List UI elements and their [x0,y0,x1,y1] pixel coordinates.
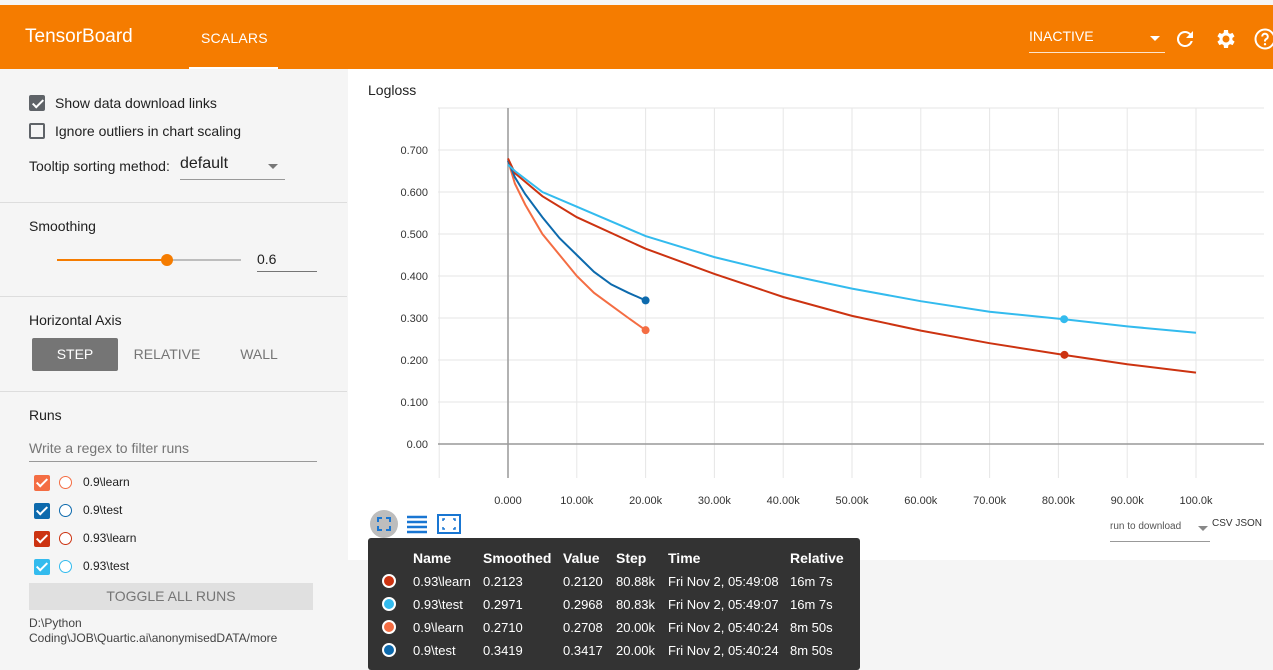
ignore-outliers-checkbox[interactable] [29,123,45,139]
tooltip-cell-step: 80.83k [616,597,656,612]
tooltip-cell-time: Fri Nov 2, 05:40:24 [668,620,779,635]
tooltip-cell-time: Fri Nov 2, 05:49:08 [668,574,779,589]
tooltip-cell-name: 0.93\learn [413,574,471,589]
tooltip-sort-value: default [180,155,229,172]
tooltip-cell-smoothed: 0.2123 [483,574,523,589]
tooltip-header-value: Value [563,550,600,566]
log-scale-toggle-icon[interactable] [403,510,431,538]
tooltip-cell-step: 80.88k [616,574,656,589]
top-bar: TensorBoard SCALARS INACTIVE [0,5,1273,69]
run-item[interactable]: 0.9\test [34,502,294,522]
run-name: 0.93\learn [83,531,137,545]
run-name: 0.93\test [83,559,130,573]
download-links[interactable]: CSV JSON [1212,518,1262,529]
smoothing-slider[interactable] [57,254,241,266]
axis-wall-button[interactable]: WALL [216,338,302,371]
tooltip-cell-relative: 8m 50s [790,620,833,635]
runs-label: Runs [29,407,62,423]
run-filter-placeholder: Write a regex to filter runs [29,440,190,456]
run-color-circle [59,560,72,573]
tooltip-sort-dropdown[interactable]: default [180,155,285,180]
toggle-all-runs-button[interactable]: TOGGLE ALL RUNS [29,583,313,610]
smoothing-label: Smoothing [29,218,96,234]
tab-scalars[interactable]: SCALARS [189,5,278,69]
tooltip-cell-step: 20.00k [616,620,656,635]
run-name: 0.9\learn [83,475,130,489]
expand-chart-icon[interactable] [435,510,463,538]
tooltip-cell-value: 0.3417 [563,643,603,658]
refresh-icon[interactable] [1173,27,1197,51]
run-color-circle [59,504,72,517]
chart-title: Logloss [368,82,417,98]
smoothing-input[interactable]: 0.6 [257,249,317,272]
tooltip-cell-value: 0.2708 [563,620,603,635]
tooltip-cell-name: 0.9\test [413,643,456,658]
run-color-circle [59,476,72,489]
help-icon[interactable] [1253,27,1273,51]
run-name: 0.9\test [83,503,123,517]
tooltip-header-name: Name [413,550,452,566]
tooltip-cell-step: 20.00k [616,643,656,658]
smoothing-input-value: 0.6 [257,251,277,267]
tooltip-cell-name: 0.9\learn [413,620,464,635]
tooltip-row-color-dot [382,620,396,634]
tooltip-cell-value: 0.2120 [563,574,603,589]
chart-card [348,69,1273,560]
tooltip-cell-smoothed: 0.3419 [483,643,523,658]
log-directory-path: D:\Python Coding\JOB\Quartic.ai\anonymis… [29,616,278,645]
chevron-down-icon [1150,36,1160,41]
sidebar: Show data download links Ignore outliers… [0,69,347,670]
run-download-select[interactable]: run to download [1110,517,1210,542]
run-item[interactable]: 0.9\learn [34,474,294,494]
plugin-select-value: INACTIVE [1029,28,1094,44]
tooltip-cell-name: 0.93\test [413,597,463,612]
tooltip-cell-relative: 16m 7s [790,574,833,589]
run-checkbox[interactable] [34,531,50,547]
run-checkbox[interactable] [34,503,50,519]
run-filter-input[interactable]: Write a regex to filter runs [29,438,317,462]
run-item[interactable]: 0.93\learn [34,530,294,550]
tooltip-cell-smoothed: 0.2971 [483,597,523,612]
ignore-outliers-label: Ignore outliers in chart scaling [55,123,241,139]
axis-relative-button[interactable]: RELATIVE [124,338,210,371]
horizontal-axis-label: Horizontal Axis [29,312,122,328]
fit-domain-icon[interactable] [370,510,398,538]
axis-step-button[interactable]: STEP [32,338,118,371]
tooltip-cell-time: Fri Nov 2, 05:49:07 [668,597,779,612]
app-title: TensorBoard [25,26,133,47]
chevron-down-icon [268,164,278,169]
run-download-placeholder: run to download [1110,521,1182,532]
tooltip-header-step: Step [616,550,647,566]
chart-tooltip: Name Smoothed Value Step Time Relative 0… [368,538,860,670]
run-checkbox[interactable] [34,475,50,491]
run-item[interactable]: 0.93\test [34,558,294,578]
tooltip-cell-time: Fri Nov 2, 05:40:24 [668,643,779,658]
tooltip-row-color-dot [382,643,396,657]
show-download-links-label: Show data download links [55,95,217,111]
tooltip-cell-relative: 8m 50s [790,643,833,658]
tooltip-header-time: Time [668,550,701,566]
smoothing-slider-fill [57,259,168,261]
show-download-links-checkbox[interactable] [29,95,45,111]
chevron-down-icon [1198,526,1208,531]
run-color-circle [59,532,72,545]
tooltip-header-smoothed: Smoothed [483,550,552,566]
gear-icon[interactable] [1213,27,1237,51]
plugin-select[interactable]: INACTIVE [1029,27,1165,53]
tooltip-sort-label: Tooltip sorting method: [29,158,170,174]
run-checkbox[interactable] [34,559,50,575]
tooltip-row-color-dot [382,574,396,588]
tooltip-header-relative: Relative [790,550,844,566]
tooltip-cell-relative: 16m 7s [790,597,833,612]
tooltip-cell-value: 0.2968 [563,597,603,612]
tooltip-cell-smoothed: 0.2710 [483,620,523,635]
tab-scalars-label: SCALARS [201,30,268,46]
tooltip-row-color-dot [382,597,396,611]
